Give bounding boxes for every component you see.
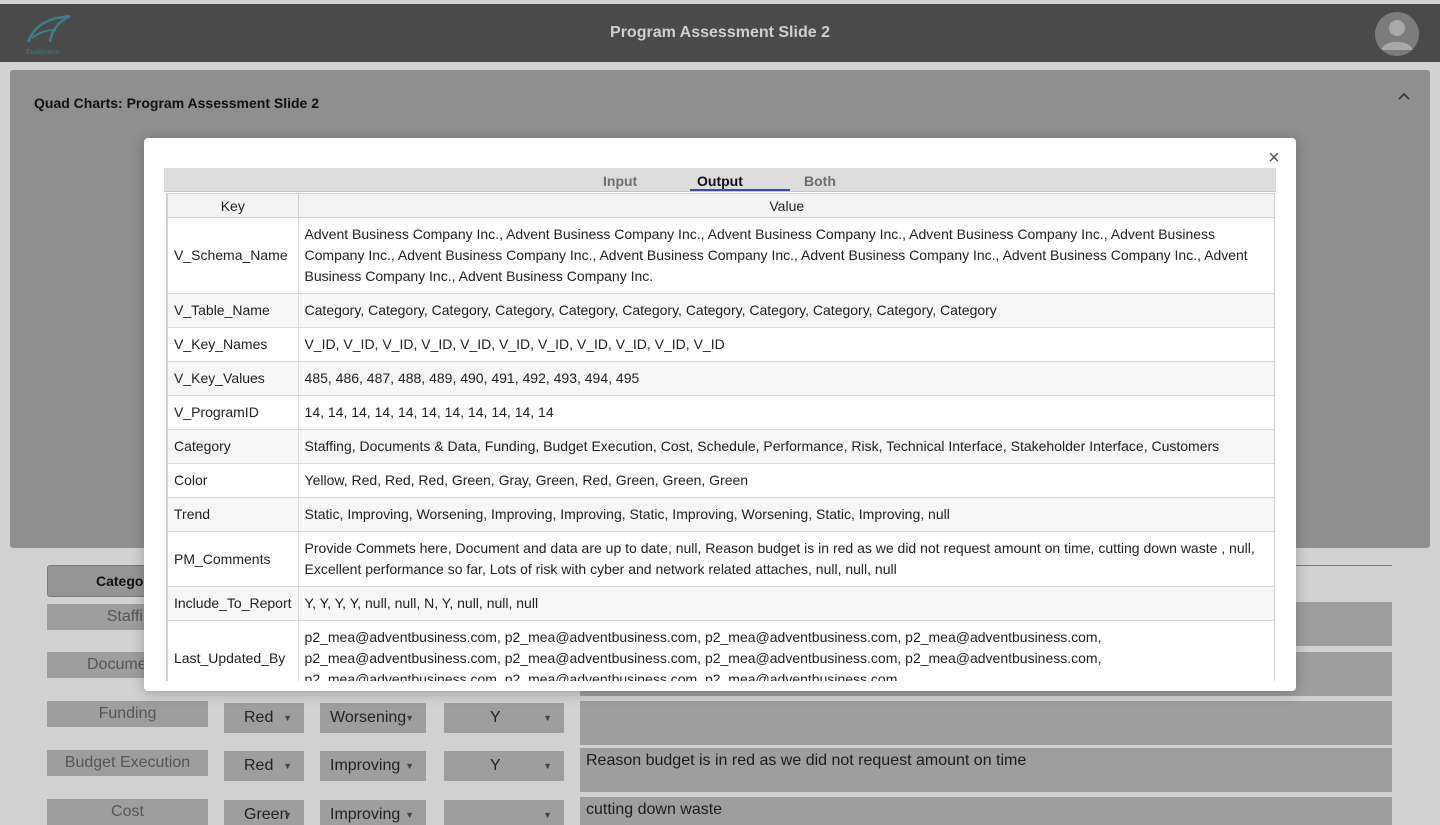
value-column-header: Value bbox=[297, 193, 1274, 218]
table-row: Color Yellow, Red, Red, Red, Green, Gray… bbox=[167, 463, 1274, 498]
table-row: V_Schema_Name Advent Business Company In… bbox=[167, 217, 1274, 294]
table-row: V_ProgramID 14, 14, 14, 14, 14, 14, 14, … bbox=[167, 395, 1274, 430]
table-row: Last_Updated_By p2_mea@adventbusiness.co… bbox=[167, 620, 1274, 681]
table-row: Category Staffing, Documents & Data, Fun… bbox=[167, 429, 1274, 464]
row-value: Provide Commets here, Document and data … bbox=[297, 531, 1274, 587]
row-key: Trend bbox=[167, 497, 299, 532]
row-key: V_ProgramID bbox=[167, 395, 299, 430]
tab-input[interactable]: Input bbox=[603, 173, 637, 189]
row-key: V_Key_Values bbox=[167, 361, 299, 396]
output-table: Key Value V_Schema_Name Advent Business … bbox=[167, 193, 1274, 681]
row-key: Color bbox=[167, 463, 299, 498]
tab-bar: Input Output Both bbox=[164, 168, 1276, 192]
tab-both[interactable]: Both bbox=[804, 173, 836, 189]
table-row: Include_To_Report Y, Y, Y, Y, null, null… bbox=[167, 586, 1274, 621]
row-value: V_ID, V_ID, V_ID, V_ID, V_ID, V_ID, V_ID… bbox=[297, 327, 1274, 362]
row-key: PM_Comments bbox=[167, 531, 299, 587]
row-key: Last_Updated_By bbox=[167, 620, 299, 681]
tab-output[interactable]: Output bbox=[697, 173, 743, 189]
row-key: Include_To_Report bbox=[167, 586, 299, 621]
row-key: V_Schema_Name bbox=[167, 217, 299, 294]
close-icon[interactable]: × bbox=[1264, 148, 1284, 168]
row-value: Static, Improving, Worsening, Improving,… bbox=[297, 497, 1274, 532]
row-value: Y, Y, Y, Y, null, null, N, Y, null, null… bbox=[297, 586, 1274, 621]
table-row: V_Table_Name Category, Category, Categor… bbox=[167, 293, 1274, 328]
row-value: Staffing, Documents & Data, Funding, Bud… bbox=[297, 429, 1274, 464]
table-header-row: Key Value bbox=[167, 193, 1274, 218]
row-value: Category, Category, Category, Category, … bbox=[297, 293, 1274, 328]
row-key: V_Key_Names bbox=[167, 327, 299, 362]
row-value: Advent Business Company Inc., Advent Bus… bbox=[297, 217, 1274, 294]
table-row: V_Key_Names V_ID, V_ID, V_ID, V_ID, V_ID… bbox=[167, 327, 1274, 362]
output-table-container[interactable]: Key Value V_Schema_Name Advent Business … bbox=[166, 193, 1275, 681]
data-preview-modal: × Input Output Both Key Value V_Schema_N… bbox=[144, 138, 1296, 691]
row-value: Yellow, Red, Red, Red, Green, Gray, Gree… bbox=[297, 463, 1274, 498]
table-row: V_Key_Values 485, 486, 487, 488, 489, 49… bbox=[167, 361, 1274, 396]
row-value: p2_mea@adventbusiness.com, p2_mea@advent… bbox=[297, 620, 1274, 681]
table-row: PM_Comments Provide Commets here, Docume… bbox=[167, 531, 1274, 587]
row-value: 14, 14, 14, 14, 14, 14, 14, 14, 14, 14, … bbox=[297, 395, 1274, 430]
active-tab-indicator bbox=[690, 189, 790, 191]
row-key: V_Table_Name bbox=[167, 293, 299, 328]
row-value: 485, 486, 487, 488, 489, 490, 491, 492, … bbox=[297, 361, 1274, 396]
row-key: Category bbox=[167, 429, 299, 464]
key-column-header: Key bbox=[167, 193, 299, 218]
table-row: Trend Static, Improving, Worsening, Impr… bbox=[167, 497, 1274, 532]
